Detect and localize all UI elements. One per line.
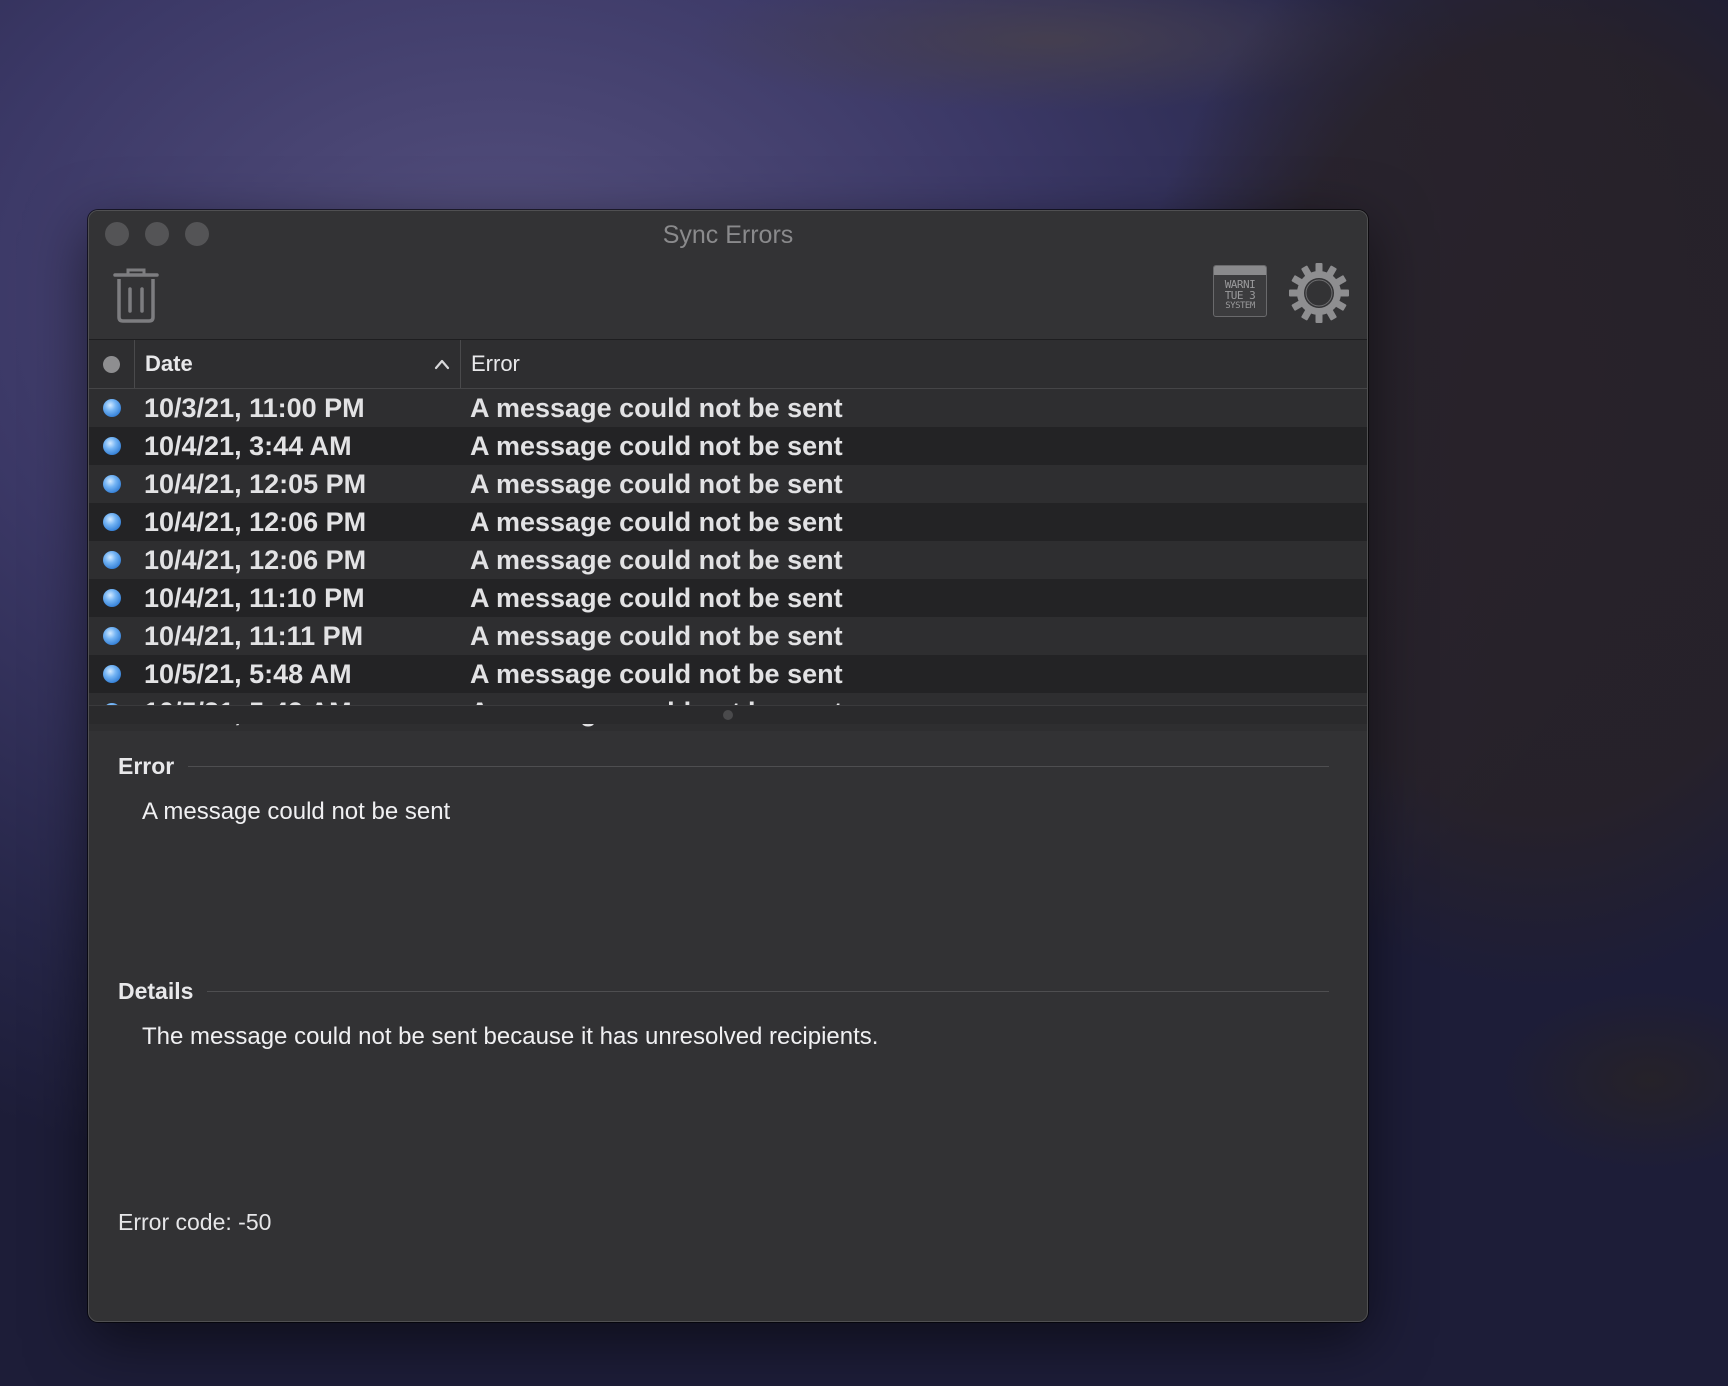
table-row[interactable]: 10/4/21, 11:11 PM A message could not be… <box>89 617 1367 655</box>
title-bar: Sync Errors WARNI TUE 3 SYSTEM <box>89 211 1367 340</box>
table-rows: 10/3/21, 11:00 PM A message could not be… <box>89 389 1367 731</box>
row-date: 10/3/21, 11:00 PM <box>144 392 365 423</box>
delete-button[interactable] <box>111 267 161 323</box>
sync-errors-window: Sync Errors WARNI TUE 3 SYSTEM Date Erro… <box>88 210 1368 1322</box>
section-divider <box>207 991 1329 992</box>
desktop: Sync Errors WARNI TUE 3 SYSTEM Date Erro… <box>0 0 1728 1386</box>
details-section-header: Details <box>118 978 1329 1005</box>
row-error: A message could not be sent <box>470 582 843 613</box>
row-error: A message could not be sent <box>470 658 843 689</box>
table-row[interactable]: 10/4/21, 12:06 PM A message could not be… <box>89 541 1367 579</box>
row-error: A message could not be sent <box>470 506 843 537</box>
unread-dot-icon <box>103 627 121 645</box>
warning-window-icon: WARNI TUE 3 SYSTEM <box>1213 265 1267 317</box>
settings-button[interactable] <box>1287 261 1351 325</box>
errors-table: Date Error 10/3/21, 11:00 PM A message c… <box>89 340 1367 731</box>
row-error: A message could not be sent <box>470 392 843 423</box>
divider-handle-icon <box>723 710 733 720</box>
split-view-divider[interactable] <box>89 705 1367 724</box>
unread-dot-icon <box>103 437 121 455</box>
unread-dot-icon <box>103 551 121 569</box>
error-heading: Error <box>118 753 175 779</box>
unread-dot-icon <box>103 475 121 493</box>
row-error: A message could not be sent <box>470 430 843 461</box>
table-row[interactable]: 10/4/21, 12:06 PM A message could not be… <box>89 503 1367 541</box>
section-divider <box>188 766 1329 767</box>
row-error: A message could not be sent <box>470 468 843 499</box>
status-dot-icon <box>103 355 120 373</box>
row-date: 10/4/21, 11:10 PM <box>144 582 365 613</box>
table-row[interactable]: 10/5/21, 5:48 AM A message could not be … <box>89 655 1367 693</box>
row-date: 10/4/21, 12:06 PM <box>144 506 367 537</box>
table-row[interactable]: 10/4/21, 12:05 PM A message could not be… <box>89 465 1367 503</box>
unread-dot-icon <box>103 589 121 607</box>
detail-pane: Error A message could not be sent Detail… <box>89 725 1367 1235</box>
warning-log-button[interactable]: WARNI TUE 3 SYSTEM <box>1213 265 1269 321</box>
error-section-header: Error <box>118 753 1329 780</box>
sort-ascending-icon <box>434 359 450 370</box>
table-header: Date Error <box>89 340 1367 389</box>
table-row[interactable]: 10/4/21, 11:10 PM A message could not be… <box>89 579 1367 617</box>
row-date: 10/4/21, 12:05 PM <box>144 468 367 499</box>
error-text: A message could not be sent <box>142 798 451 825</box>
error-code: Error code: -50 <box>118 1209 272 1235</box>
row-error: A message could not be sent <box>470 544 843 575</box>
column-header-error[interactable]: Error <box>461 351 1367 377</box>
trash-icon <box>113 268 159 323</box>
unread-dot-icon <box>103 399 121 417</box>
column-header-status[interactable] <box>89 340 135 388</box>
row-date: 10/4/21, 11:11 PM <box>144 620 364 651</box>
details-heading: Details <box>118 978 194 1004</box>
column-header-date[interactable]: Date <box>135 340 461 388</box>
row-date: 10/5/21, 5:48 AM <box>144 658 352 689</box>
row-date: 10/4/21, 12:06 PM <box>144 544 367 575</box>
row-date: 10/4/21, 3:44 AM <box>144 430 352 461</box>
details-text: The message could not be sent because it… <box>142 1023 879 1050</box>
table-row[interactable]: 10/4/21, 3:44 AM A message could not be … <box>89 427 1367 465</box>
table-row[interactable]: 10/3/21, 11:00 PM A message could not be… <box>89 389 1367 427</box>
window-title: Sync Errors <box>662 221 794 249</box>
gear-icon <box>1289 263 1349 323</box>
unread-dot-icon <box>103 513 121 531</box>
unread-dot-icon <box>103 665 121 683</box>
row-error: A message could not be sent <box>470 620 843 651</box>
